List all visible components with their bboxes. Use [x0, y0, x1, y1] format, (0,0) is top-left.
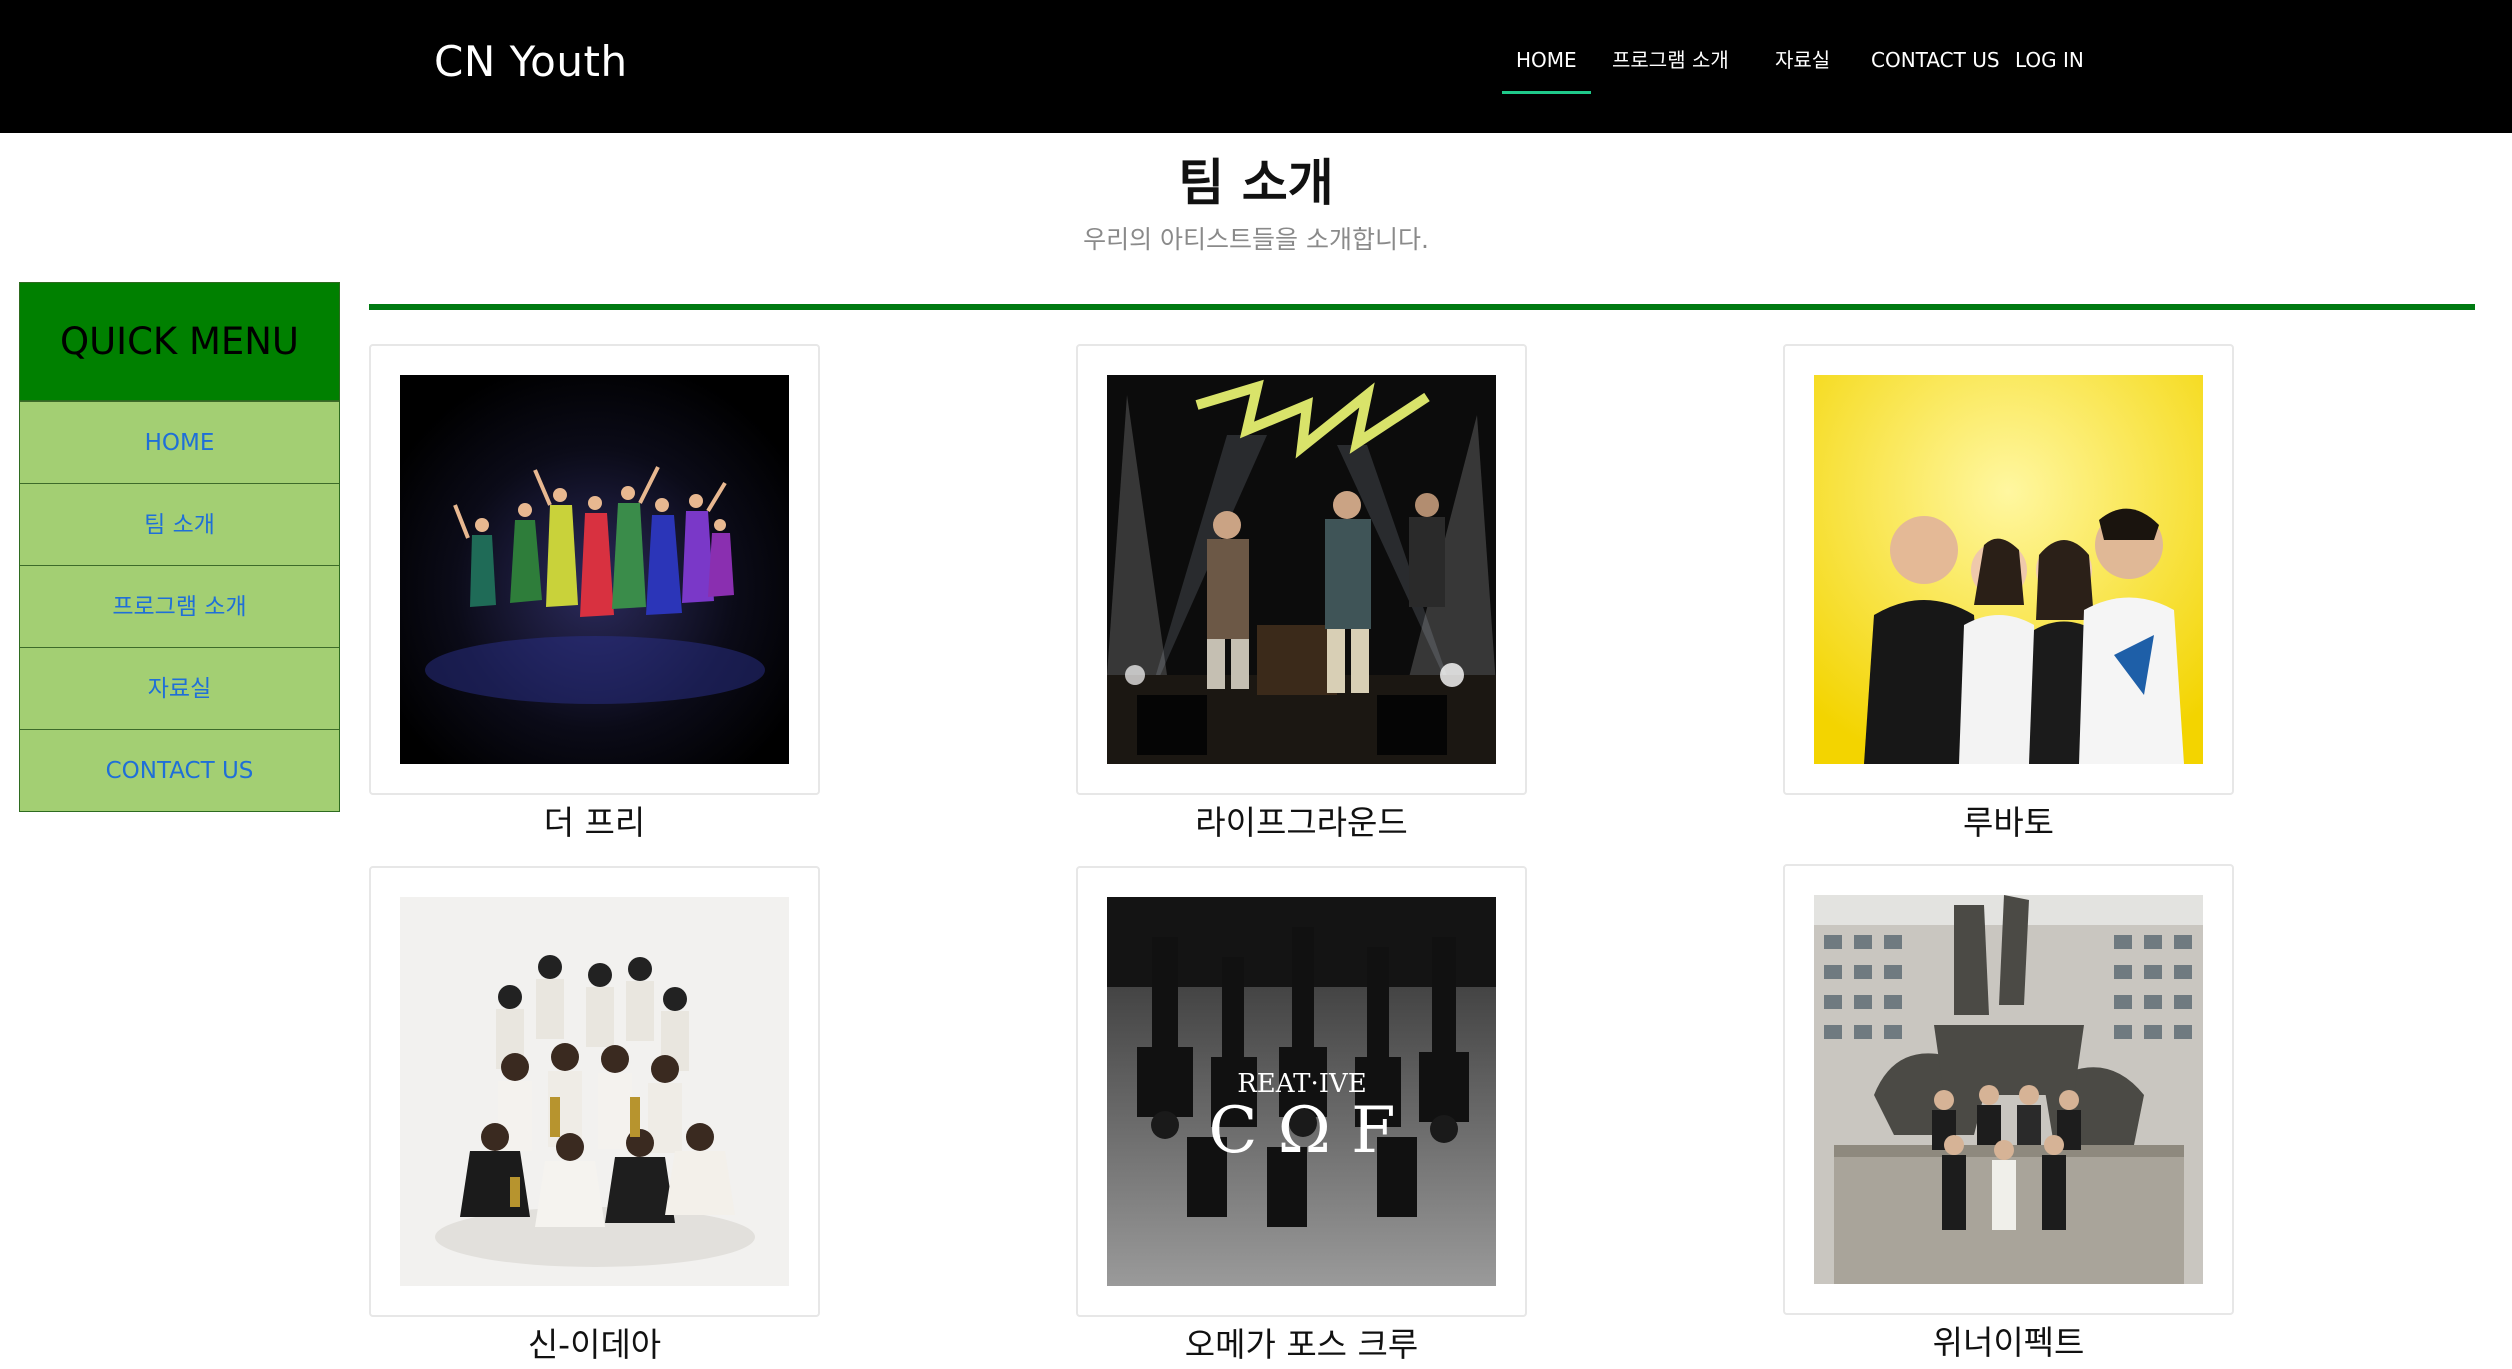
team-name[interactable]: 위너이펙트: [1783, 1319, 2234, 1367]
section-divider: [369, 304, 2475, 310]
team-card[interactable]: 위너이펙트: [1783, 864, 2234, 1367]
team-photo[interactable]: [1814, 375, 2203, 764]
team-name[interactable]: 오메가 포스 크루: [1076, 1321, 1527, 1369]
quick-menu-team[interactable]: 팀 소개: [20, 483, 339, 565]
team-photo[interactable]: [1814, 895, 2203, 1284]
team-photo-frame[interactable]: [369, 344, 820, 795]
team-photo-frame[interactable]: [1783, 864, 2234, 1315]
brand-logo[interactable]: CN Youth: [434, 36, 628, 88]
team-photo[interactable]: REAT·IVE C Ω F: [1107, 897, 1496, 1286]
nav-program[interactable]: 프로그램 소개: [1612, 44, 1729, 84]
nav-archive[interactable]: 자료실: [1775, 44, 1830, 84]
team-photo-frame[interactable]: [1076, 344, 1527, 795]
yellow-group-photo: [1814, 375, 2203, 764]
team-photo[interactable]: [1107, 375, 1496, 764]
quick-menu-contact[interactable]: CONTACT US: [20, 729, 339, 811]
quick-menu-title: QUICK MENU: [20, 283, 339, 401]
team-photo[interactable]: [400, 897, 789, 1286]
team-card[interactable]: REAT·IVE C Ω F 오메가 포스 크루: [1076, 866, 1527, 1369]
page-title: 팀 소개: [1178, 154, 1334, 212]
team-card[interactable]: 신-이데아: [369, 866, 820, 1369]
campus-statue-photo: [1814, 895, 2203, 1284]
team-name[interactable]: 신-이데아: [369, 1321, 820, 1369]
nav-log-in[interactable]: LOG IN: [2015, 44, 2084, 84]
team-photo-frame[interactable]: REAT·IVE C Ω F: [1076, 866, 1527, 1317]
team-name[interactable]: 루바토: [1783, 799, 2234, 847]
nav-contact-us[interactable]: CONTACT US: [1871, 44, 2000, 84]
team-photo[interactable]: [400, 375, 789, 764]
quick-menu: QUICK MENU HOME 팀 소개 프로그램 소개 자료실 CONTACT…: [19, 282, 340, 812]
team-photo-frame[interactable]: [1783, 344, 2234, 795]
dance-stage-photo: [400, 375, 789, 764]
team-name[interactable]: 라이프그라운드: [1076, 799, 1527, 847]
team-card[interactable]: 루바토: [1783, 344, 2234, 847]
quick-menu-archive[interactable]: 자료실: [20, 647, 339, 729]
top-navbar: CN Youth HOME 프로그램 소개 자료실 CONTACT US LOG…: [0, 0, 2512, 133]
team-card[interactable]: 라이프그라운드: [1076, 344, 1527, 847]
costume-group-photo: [400, 897, 789, 1286]
team-photo-frame[interactable]: [369, 866, 820, 1317]
omega-logo-letters: C Ω F: [1208, 1094, 1395, 1168]
nav-home[interactable]: HOME: [1502, 44, 1591, 94]
team-name[interactable]: 더 프리: [369, 799, 820, 847]
concert-photo: [1107, 375, 1496, 764]
quick-menu-home[interactable]: HOME: [20, 401, 339, 483]
breakdance-photo: REAT·IVE C Ω F: [1107, 897, 1496, 1286]
team-card[interactable]: 더 프리: [369, 344, 820, 847]
quick-menu-program[interactable]: 프로그램 소개: [20, 565, 339, 647]
page-subtitle: 우리의 아티스트들을 소개합니다.: [1083, 225, 1429, 254]
